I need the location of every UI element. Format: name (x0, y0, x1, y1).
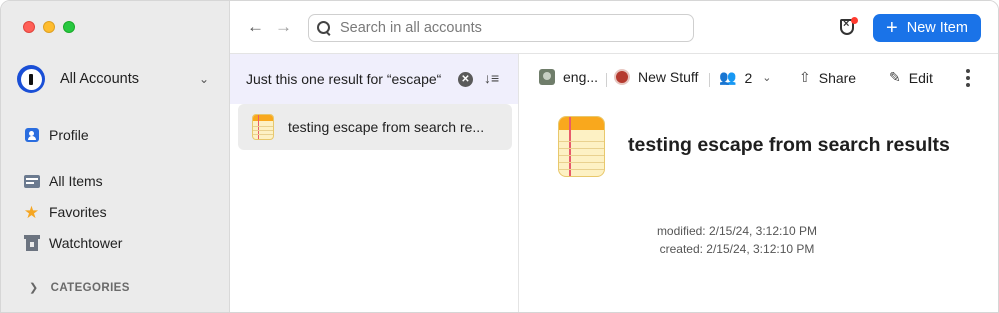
collection-name: New Stuff (638, 69, 699, 85)
app-window: All Accounts ⌄ Profile All Items ★ Favor… (0, 0, 999, 313)
search-results-header: Just this one result for “escape“ ✕ ↓≡ (230, 54, 518, 104)
more-options-icon[interactable] (965, 69, 971, 87)
all-items-icon (23, 173, 40, 190)
zoom-window-button[interactable] (63, 21, 75, 33)
secure-note-icon (252, 114, 274, 140)
people-icon: 👥 (719, 69, 737, 85)
people-count: 2 (744, 69, 753, 86)
chevron-down-icon: ⌄ (762, 72, 772, 84)
alert-badge (851, 17, 858, 24)
chevron-right-icon: ❯ (29, 282, 39, 294)
edit-label: Edit (908, 69, 933, 86)
1password-logo-icon (17, 65, 45, 93)
window-controls (23, 21, 75, 33)
pencil-icon: ✎ (889, 69, 901, 85)
forward-arrow-icon[interactable]: → (275, 17, 292, 37)
list-item[interactable]: testing escape from search re... (238, 104, 512, 150)
results-summary: Just this one result for “escape“ (246, 71, 442, 87)
account-name: All Accounts (60, 71, 139, 87)
divider (606, 73, 607, 87)
chevron-down-icon: ⌄ (198, 72, 209, 86)
back-arrow-icon[interactable]: ← (247, 17, 264, 37)
search-field[interactable] (308, 14, 694, 42)
sidebar: All Accounts ⌄ Profile All Items ★ Favor… (1, 1, 230, 312)
sidebar-item-label: All Items (49, 173, 103, 189)
created-timestamp: created: 2/15/24, 3:12:10 PM (659, 242, 815, 256)
collection-icon (614, 69, 630, 85)
categories-label: CATEGORIES (50, 281, 130, 294)
shared-with-button[interactable]: 👥 2 ⌄ (719, 69, 771, 86)
sidebar-item-label: Profile (49, 127, 89, 143)
categories-section-toggle[interactable]: ❯ CATEGORIES (29, 281, 130, 295)
profile-icon (23, 127, 40, 144)
vault-selector[interactable]: eng... (539, 69, 598, 85)
list-item-title: testing escape from search re... (288, 119, 485, 135)
modified-timestamp: modified: 2/15/24, 3:12:10 PM (656, 224, 818, 238)
new-item-label: New Item (906, 20, 968, 36)
sidebar-item-profile[interactable]: Profile (23, 123, 89, 147)
item-title: testing escape from search results (628, 134, 950, 156)
sidebar-item-watchtower[interactable]: Watchtower (23, 231, 122, 255)
clear-search-icon[interactable]: ✕ (458, 72, 473, 87)
sort-icon[interactable]: ↓≡ (484, 70, 499, 86)
item-list-panel: Just this one result for “escape“ ✕ ↓≡ t… (230, 54, 519, 312)
watchtower-icon (23, 235, 40, 252)
edit-button[interactable]: ✎ Edit (889, 69, 933, 86)
plus-icon: + (886, 17, 898, 39)
item-detail-panel: eng... New Stuff 👥 2 ⌄ ⇧ Share ✎ Edit te… (519, 54, 998, 312)
minimize-window-button[interactable] (43, 21, 55, 33)
close-window-button[interactable] (23, 21, 35, 33)
search-input[interactable] (340, 20, 680, 36)
vault-icon (539, 69, 555, 85)
share-label: Share (818, 69, 857, 86)
sidebar-item-label: Favorites (49, 204, 107, 220)
sidebar-item-favorites[interactable]: ★ Favorites (23, 200, 107, 224)
main-toolbar: ← → × + New Item (230, 1, 998, 54)
secure-note-icon (558, 116, 605, 177)
account-switcher[interactable]: All Accounts ⌄ (17, 63, 215, 95)
sidebar-item-label: Watchtower (49, 235, 123, 251)
share-button[interactable]: ⇧ Share (799, 69, 856, 86)
search-icon (317, 21, 331, 35)
detail-toolbar: eng... New Stuff 👥 2 ⌄ ⇧ Share ✎ Edit (519, 54, 998, 104)
new-item-button[interactable]: + New Item (873, 14, 981, 42)
star-icon: ★ (23, 202, 40, 222)
share-icon: ⇧ (799, 69, 811, 85)
vault-name: eng... (563, 69, 599, 85)
collection-tag[interactable]: New Stuff (614, 69, 698, 85)
watchtower-alert-button[interactable]: × (838, 17, 858, 37)
divider (709, 73, 710, 87)
sidebar-item-all-items[interactable]: All Items (23, 169, 103, 193)
